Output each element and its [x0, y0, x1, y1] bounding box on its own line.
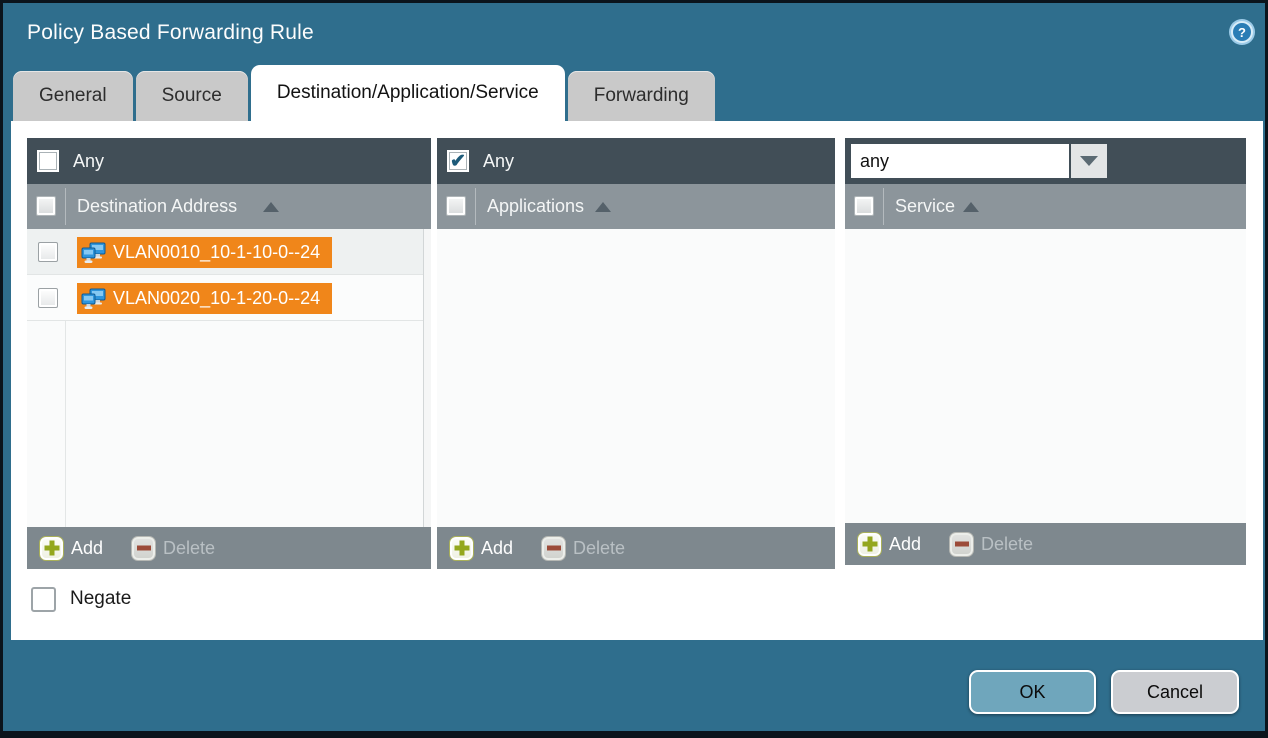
applications-panel: ✔ Any Applications Add [437, 138, 835, 569]
table-row: VLAN0010_10-1-10-0--24 [27, 229, 431, 275]
address-object-label: VLAN0010_10-1-10-0--24 [113, 242, 320, 263]
service-header-label: Service [895, 184, 955, 229]
tab-source[interactable]: Source [136, 71, 248, 121]
plus-icon [449, 536, 474, 561]
service-dropdown: any [851, 144, 1107, 178]
destination-column-header: Destination Address [27, 184, 431, 229]
dialog-title: Policy Based Forwarding Rule [27, 21, 314, 45]
destination-any-checkbox[interactable] [37, 150, 59, 172]
negate-option: Negate [31, 585, 131, 613]
destination-header-label: Destination Address [77, 184, 237, 229]
applications-column-header: Applications [437, 184, 835, 229]
applications-list [437, 229, 835, 527]
service-panel: any Service Add [845, 138, 1246, 565]
address-object-icon [81, 242, 107, 264]
applications-any-header: ✔ Any [437, 138, 835, 184]
service-toolbar: Add Delete [845, 523, 1246, 565]
service-column-header: Service [845, 184, 1246, 229]
service-list [845, 229, 1246, 523]
sort-ascending-icon[interactable] [263, 202, 279, 212]
tab-general[interactable]: General [13, 71, 133, 121]
help-icon[interactable]: ? [1228, 18, 1256, 46]
plus-icon [857, 532, 882, 557]
negate-checkbox[interactable] [31, 587, 56, 612]
chevron-down-icon [1080, 156, 1098, 166]
tab-forwarding[interactable]: Forwarding [568, 71, 715, 121]
destination-toolbar: Add Delete [27, 527, 431, 569]
header-divider [883, 188, 884, 225]
ok-button[interactable]: OK [969, 670, 1096, 714]
header-divider [475, 188, 476, 225]
applications-toolbar: Add Delete [437, 527, 835, 569]
destination-any-label: Any [73, 138, 104, 184]
plus-icon [39, 536, 64, 561]
add-button[interactable]: Add [449, 536, 513, 561]
cancel-button[interactable]: Cancel [1111, 670, 1239, 714]
destination-list: VLAN0010_10-1-10-0--24 [27, 229, 431, 527]
dropdown-button[interactable] [1071, 144, 1107, 178]
row-checkbox[interactable] [38, 242, 58, 262]
minus-icon [949, 532, 974, 557]
applications-header-label: Applications [487, 184, 584, 229]
service-dropdown-value[interactable]: any [851, 144, 1069, 178]
service-dropdown-header: any [845, 138, 1246, 184]
pbf-rule-dialog: Policy Based Forwarding Rule ? General S… [3, 3, 1265, 731]
screen: Policy Based Forwarding Rule ? General S… [0, 0, 1268, 738]
minus-icon [131, 536, 156, 561]
table-row: VLAN0020_10-1-20-0--24 [27, 275, 431, 321]
svg-text:?: ? [1238, 25, 1246, 40]
address-object-chip[interactable]: VLAN0010_10-1-10-0--24 [77, 237, 332, 268]
address-object-label: VLAN0020_10-1-20-0--24 [113, 288, 320, 309]
applications-any-label: Any [483, 138, 514, 184]
delete-button[interactable]: Delete [541, 536, 625, 561]
negate-label: Negate [70, 588, 131, 610]
service-select-all-checkbox[interactable] [854, 196, 874, 216]
add-button[interactable]: Add [39, 536, 103, 561]
checkmark-icon: ✔ [450, 152, 466, 171]
delete-button[interactable]: Delete [949, 532, 1033, 557]
sort-ascending-icon[interactable] [595, 202, 611, 212]
applications-select-all-checkbox[interactable] [446, 196, 466, 216]
sort-ascending-icon[interactable] [963, 202, 979, 212]
tab-bar: General Source Destination/Application/S… [13, 65, 718, 121]
applications-any-checkbox[interactable]: ✔ [447, 150, 469, 172]
address-object-chip[interactable]: VLAN0020_10-1-20-0--24 [77, 283, 332, 314]
destination-select-all-checkbox[interactable] [36, 196, 56, 216]
header-divider [65, 188, 66, 225]
minus-icon [541, 536, 566, 561]
delete-button[interactable]: Delete [131, 536, 215, 561]
scrollbar-track[interactable] [423, 229, 431, 527]
destination-address-panel: Any Destination Address [27, 138, 431, 569]
tab-destination-application-service[interactable]: Destination/Application/Service [251, 65, 565, 121]
add-button[interactable]: Add [857, 532, 921, 557]
destination-any-header: Any [27, 138, 431, 184]
tab-content-panel: Any Destination Address [11, 121, 1263, 640]
row-checkbox[interactable] [38, 288, 58, 308]
address-object-icon [81, 288, 107, 310]
